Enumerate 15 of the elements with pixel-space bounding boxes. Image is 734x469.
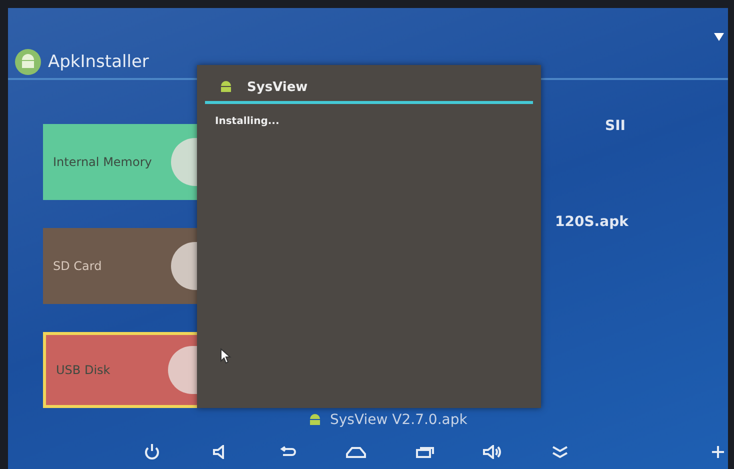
back-icon	[278, 446, 297, 458]
speaker-icon	[482, 445, 502, 459]
file-name[interactable]: SysView V2.7.0.apk	[330, 412, 468, 428]
file-name[interactable]: 120S.apk	[555, 214, 728, 230]
file-name[interactable]: SII	[555, 118, 728, 134]
cursor-icon	[220, 348, 232, 364]
triangle-icon	[714, 33, 724, 41]
recent-apps-icon	[416, 446, 434, 458]
app-title: ApkInstaller	[48, 52, 149, 72]
dialog-title: SysView	[247, 80, 308, 94]
dialog-message: Installing...	[214, 115, 280, 127]
chevrons-down-icon	[550, 445, 569, 459]
home-icon	[345, 446, 368, 458]
power-icon	[144, 443, 160, 461]
plus-icon	[712, 446, 724, 458]
